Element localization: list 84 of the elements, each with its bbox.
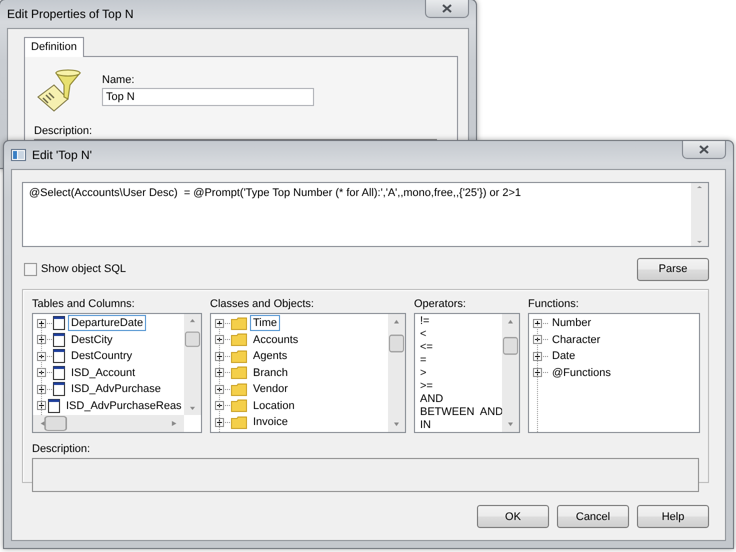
expand-icon[interactable] bbox=[215, 401, 224, 410]
table-icon bbox=[48, 398, 60, 413]
folder-icon bbox=[231, 366, 247, 380]
list-item[interactable]: > bbox=[419, 367, 502, 380]
list-label: Functions: bbox=[528, 298, 580, 311]
field-label: Name: bbox=[102, 74, 136, 86]
table-icon bbox=[53, 349, 65, 364]
tree-item[interactable]: DepartureDate bbox=[68, 315, 146, 332]
ok-button[interactable]: OK bbox=[477, 505, 549, 528]
list-item[interactable]: != bbox=[419, 315, 502, 328]
folder-icon bbox=[231, 333, 247, 346]
checkbox[interactable] bbox=[24, 262, 37, 276]
scrollbar[interactable] bbox=[691, 183, 708, 246]
tree-item[interactable]: Location bbox=[250, 398, 298, 414]
close-icon bbox=[699, 145, 709, 154]
folder-icon bbox=[231, 350, 247, 363]
scrollbar[interactable] bbox=[388, 314, 405, 432]
close-button[interactable] bbox=[425, 0, 469, 18]
tree-item[interactable]: DestCountry bbox=[68, 348, 136, 364]
folder-icon bbox=[231, 416, 247, 429]
parse-button[interactable]: Parse bbox=[637, 258, 709, 280]
list-item[interactable]: = bbox=[419, 354, 502, 367]
description-field[interactable] bbox=[32, 458, 699, 492]
folder-icon bbox=[231, 382, 247, 396]
scrollbar[interactable] bbox=[33, 415, 184, 432]
field-label: Description: bbox=[32, 443, 92, 455]
tree-item[interactable]: ISD_AdvPurchaseReas bbox=[63, 398, 184, 414]
tab[interactable]: Definition bbox=[24, 37, 84, 57]
expand-icon[interactable] bbox=[37, 335, 46, 344]
checkbox-label: Show object SQL bbox=[41, 263, 126, 275]
list-label: Tables and Columns: bbox=[32, 298, 136, 311]
formula-field[interactable]: @Select(Accounts\User Desc) = @Prompt('Type Top Number (* for All):','A',,mono,free,,{'25'}) or 2>1 bbox=[22, 182, 709, 247]
expand-icon[interactable] bbox=[215, 335, 224, 344]
table-icon bbox=[53, 366, 65, 380]
folder-icon bbox=[231, 399, 247, 412]
window-title: Edit Properties of Top N bbox=[7, 7, 134, 21]
cancel-button[interactable]: Cancel bbox=[557, 505, 629, 528]
list-item[interactable]: < bbox=[419, 328, 502, 341]
help-button[interactable]: Help bbox=[637, 505, 709, 528]
expand-icon[interactable] bbox=[215, 318, 224, 328]
expand-icon[interactable] bbox=[37, 352, 46, 361]
tree-item[interactable]: @Functions bbox=[549, 364, 614, 381]
tree-item[interactable]: Agents bbox=[250, 348, 290, 364]
tree-item[interactable]: Character bbox=[549, 332, 604, 348]
list-label: Classes and Objects: bbox=[210, 298, 315, 311]
close-icon bbox=[442, 4, 452, 13]
expand-icon[interactable] bbox=[533, 352, 542, 361]
list-label: Operators: bbox=[414, 298, 467, 311]
expand-icon[interactable] bbox=[37, 368, 46, 378]
expand-icon[interactable] bbox=[215, 418, 224, 427]
tree-item[interactable]: Number bbox=[549, 315, 594, 332]
name-field[interactable]: Top N bbox=[102, 88, 314, 106]
expand-icon[interactable] bbox=[215, 384, 224, 394]
list-item[interactable]: AND bbox=[419, 393, 502, 406]
tree-item[interactable]: Vendor bbox=[250, 381, 291, 398]
scrollbar[interactable] bbox=[502, 314, 519, 432]
expand-icon[interactable] bbox=[37, 318, 46, 328]
scrollbar[interactable] bbox=[184, 314, 201, 415]
tree-item[interactable]: ISD_AdvPurchase bbox=[68, 381, 164, 398]
list-item[interactable]: >= bbox=[419, 380, 502, 393]
table-icon bbox=[53, 332, 65, 347]
expand-icon[interactable] bbox=[215, 352, 224, 361]
expand-icon[interactable] bbox=[215, 368, 224, 378]
tree-item[interactable]: Accounts bbox=[250, 332, 302, 348]
expand-icon[interactable] bbox=[533, 318, 542, 328]
table-icon bbox=[53, 316, 65, 330]
tree-item[interactable]: Branch bbox=[250, 364, 291, 381]
app-icon bbox=[11, 149, 26, 161]
tree-item[interactable]: Time bbox=[250, 315, 280, 332]
list-item[interactable]: <= bbox=[419, 341, 502, 354]
tree-item[interactable]: ISD_Account bbox=[68, 364, 138, 381]
expand-icon[interactable] bbox=[37, 401, 46, 410]
list-item[interactable]: IN bbox=[419, 419, 502, 432]
close-button[interactable] bbox=[682, 141, 726, 159]
tree-item[interactable]: DestCity bbox=[68, 332, 116, 348]
table-icon bbox=[53, 382, 65, 396]
tree-item[interactable]: Invoice bbox=[250, 414, 291, 430]
window-title: Edit 'Top N' bbox=[32, 148, 92, 162]
expand-icon[interactable] bbox=[37, 384, 46, 394]
tree-item[interactable]: Date bbox=[549, 348, 578, 364]
expand-icon[interactable] bbox=[533, 335, 542, 344]
expand-icon[interactable] bbox=[533, 368, 542, 378]
field-label: Description: bbox=[34, 125, 94, 137]
folder-icon bbox=[231, 316, 247, 330]
